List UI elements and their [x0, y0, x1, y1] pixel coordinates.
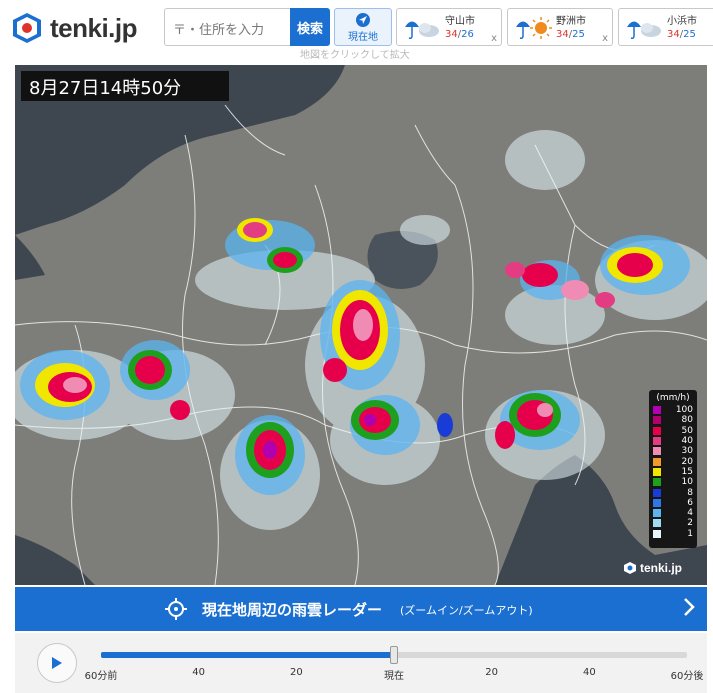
- watermark-text: tenki.jp: [640, 561, 683, 575]
- rain-cloud-icon: [627, 21, 661, 39]
- chevron-right-icon: [684, 598, 695, 616]
- high-temp: 34: [556, 29, 569, 40]
- radar-map[interactable]: 8月27日14時50分 (mm/h) 100 80 50 40 30 20 15 10 8 6 4 2…: [15, 65, 707, 585]
- timeline-label: 20: [485, 667, 499, 678]
- legend-label: 6: [687, 497, 693, 508]
- legend-swatch: [653, 509, 661, 518]
- timeline-handle[interactable]: [390, 646, 398, 664]
- timeline-label: 60分前: [84, 671, 118, 682]
- timeline-label: 現在: [384, 671, 404, 682]
- search-input[interactable]: 〒・住所を入力: [164, 8, 290, 46]
- play-button[interactable]: [37, 643, 77, 683]
- current-location-button[interactable]: 現在地: [334, 8, 392, 46]
- city-card-obama[interactable]: 小浜市 34/25: [618, 8, 713, 46]
- legend-swatch: [653, 467, 661, 476]
- legend-swatch: [653, 478, 661, 487]
- banner-title: 現在地周辺の雨雲レーダー: [202, 601, 383, 619]
- rain-cloud-icon: [405, 21, 439, 39]
- city-name: 野洲市: [556, 16, 586, 27]
- play-icon: [52, 657, 62, 669]
- legend-row: 50: [653, 426, 693, 436]
- legend-swatch: [653, 488, 661, 497]
- logo-text: tenki.jp: [50, 12, 138, 43]
- low-temp: 26: [461, 29, 474, 40]
- map-hint: 地図をクリックして拡大: [300, 50, 410, 61]
- city-temps: 34/25: [667, 29, 696, 40]
- radar-timestamp: 8月27日14時50分: [21, 71, 229, 101]
- timeline-label: 40: [192, 667, 206, 678]
- header: tenki.jp 〒・住所を入力 検索 現在地 守山市 34/26 x 野洲市 …: [0, 0, 713, 61]
- legend-label: 50: [681, 425, 693, 436]
- legend-label: 8: [687, 487, 693, 498]
- legend-swatch: [653, 457, 661, 466]
- banner-subtitle: (ズームイン/ズームアウト): [400, 604, 533, 617]
- legend-row: 1: [653, 529, 693, 539]
- legend-row: 30: [653, 446, 693, 456]
- legend-label: 4: [687, 508, 693, 519]
- timeline: 60分前 40 20 現在 20 40 60分後: [15, 633, 707, 693]
- city-temps: 34/25: [556, 29, 585, 40]
- low-temp: 25: [683, 29, 696, 40]
- legend-label: 2: [687, 518, 693, 529]
- legend-row: 8: [653, 487, 693, 498]
- legend-swatch: [653, 519, 661, 528]
- legend-swatch: [653, 406, 661, 415]
- map-base: [15, 65, 707, 585]
- legend-row: 80: [653, 415, 693, 425]
- legend-row: 20: [653, 456, 693, 467]
- legend-swatch: [653, 426, 661, 435]
- legend-label: 20: [681, 456, 693, 467]
- location-arrow-icon: [356, 13, 370, 27]
- close-icon[interactable]: x: [602, 33, 608, 44]
- timeline-label: 20: [289, 667, 303, 678]
- legend-swatch: [653, 416, 661, 425]
- legend-label: 1: [687, 528, 693, 539]
- crosshair-icon: [165, 598, 187, 620]
- legend-label: 100: [675, 405, 693, 416]
- legend-row: 2: [653, 518, 693, 528]
- legend-swatch: [653, 498, 661, 507]
- logo[interactable]: tenki.jp: [10, 10, 138, 46]
- legend-row: 6: [653, 498, 693, 508]
- legend-row: 100: [653, 405, 693, 415]
- legend-row: 40: [653, 436, 693, 446]
- timeline-progress: [101, 652, 394, 658]
- legend-label: 10: [681, 477, 693, 488]
- city-name: 小浜市: [667, 16, 697, 27]
- timeline-slider[interactable]: [101, 646, 687, 664]
- timeline-label: 60分後: [670, 671, 704, 682]
- legend-label: 40: [681, 436, 693, 447]
- legend-label: 30: [681, 446, 693, 457]
- current-location-label: 現在地: [348, 32, 378, 43]
- city-card-moriyama[interactable]: 守山市 34/26 x: [396, 8, 502, 46]
- legend-row: 10: [653, 477, 693, 487]
- watermark: tenki.jp: [623, 561, 682, 575]
- legend-row: 4: [653, 508, 693, 518]
- radar-zoom-banner[interactable]: 現在地周辺の雨雲レーダー (ズームイン/ズームアウト): [15, 587, 707, 631]
- legend-label: 80: [681, 415, 693, 426]
- city-name: 守山市: [445, 16, 475, 27]
- city-temps: 34/26: [445, 29, 474, 40]
- legend-swatch: [653, 447, 661, 456]
- legend-label: 15: [681, 466, 693, 477]
- legend-swatch: [653, 437, 661, 446]
- low-temp: 25: [572, 29, 585, 40]
- tenki-logo-icon: [624, 562, 636, 574]
- close-icon[interactable]: x: [491, 33, 497, 44]
- legend-swatch: [653, 529, 661, 538]
- tenki-logo-icon: [13, 13, 41, 43]
- high-temp: 34: [445, 29, 458, 40]
- precipitation-legend: (mm/h) 100 80 50 40 30 20 15 10 8 6 4 2 1: [649, 390, 697, 548]
- rain-sun-icon: [516, 17, 552, 39]
- timeline-label: 40: [582, 667, 596, 678]
- search-button[interactable]: 検索: [290, 8, 330, 46]
- city-card-yasu[interactable]: 野洲市 34/25 x: [507, 8, 613, 46]
- legend-row: 15: [653, 467, 693, 477]
- high-temp: 34: [667, 29, 680, 40]
- legend-unit: (mm/h): [656, 393, 690, 403]
